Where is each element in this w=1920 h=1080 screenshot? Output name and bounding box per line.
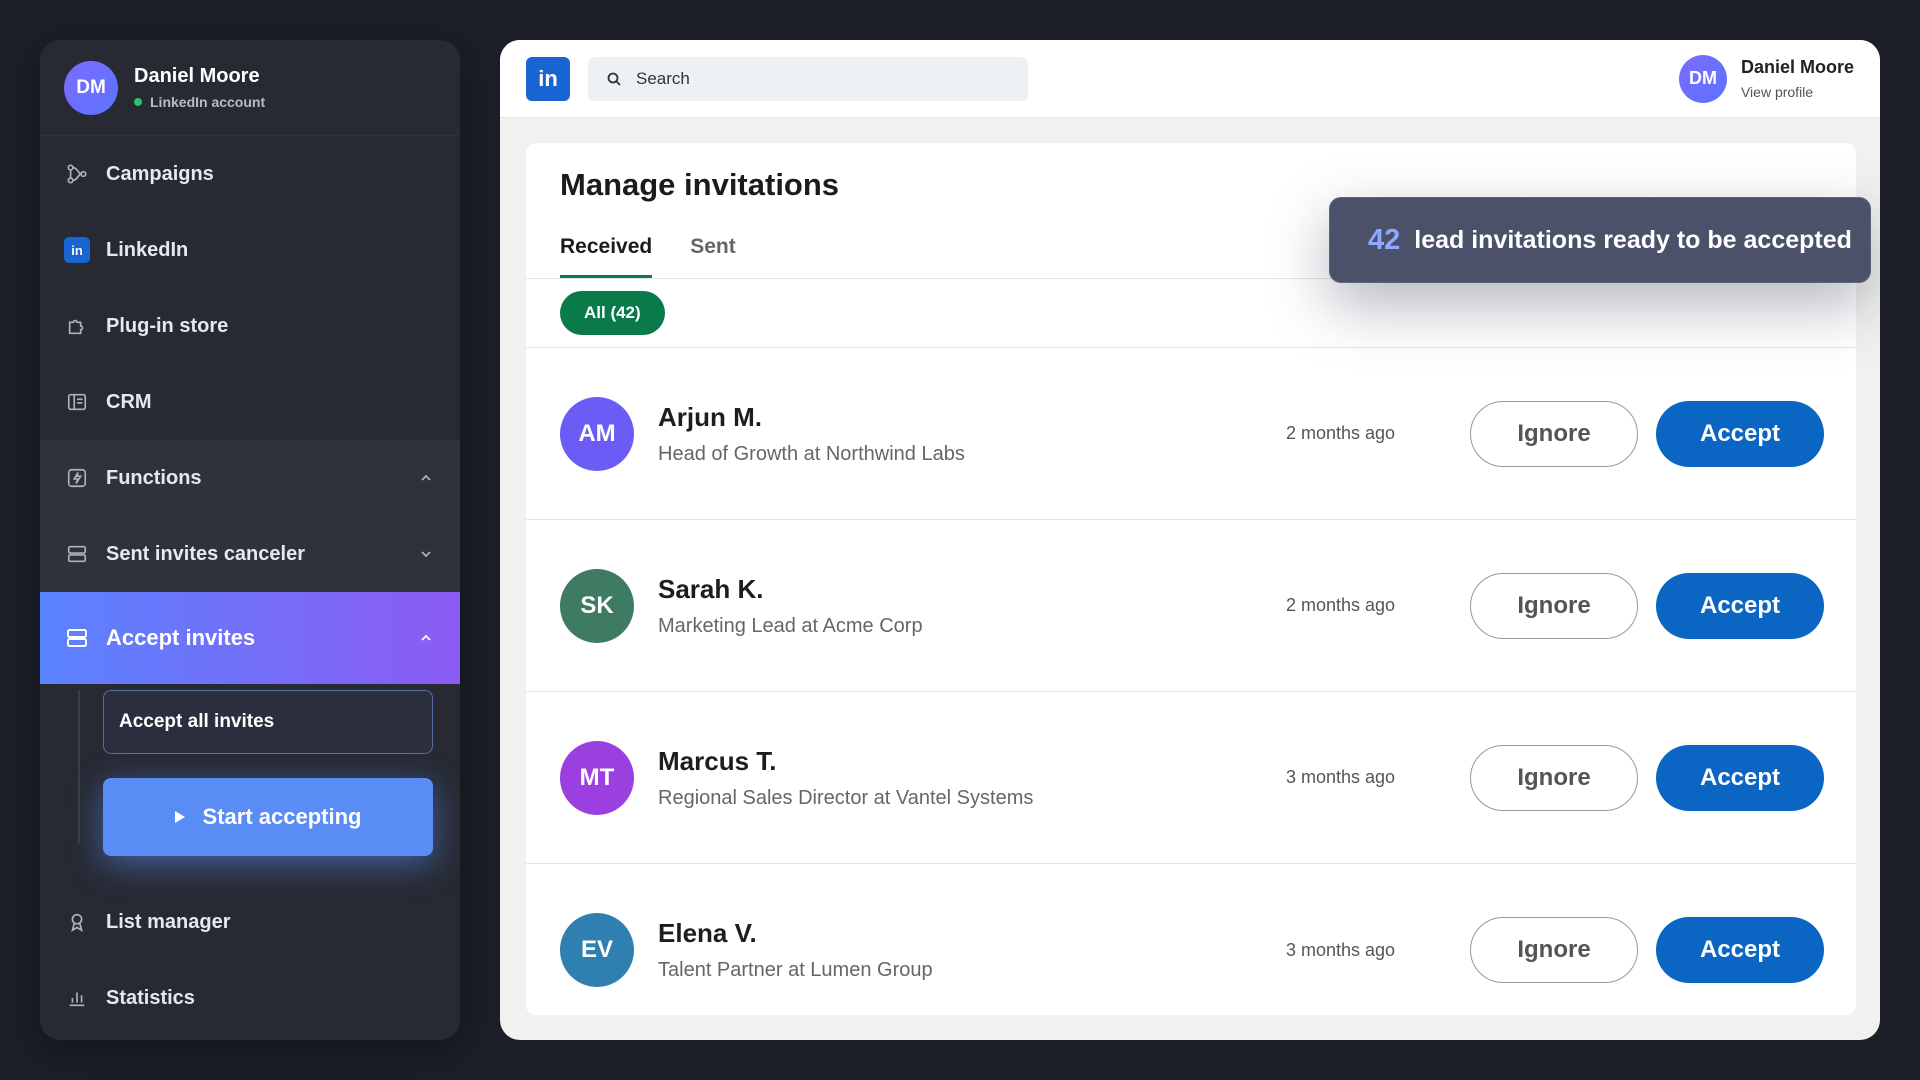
campaigns-icon: [64, 161, 90, 187]
play-icon: [174, 811, 185, 823]
invitee-headline: Regional Sales Director at Vantel System…: [658, 786, 1034, 809]
invitation-row: SK Sarah K. Marketing Lead at Acme Corp …: [526, 520, 1856, 692]
sidebar-item-linkedin[interactable]: in LinkedIn: [40, 212, 460, 288]
invitation-row: EV Elena V. Talent Partner at Lumen Grou…: [526, 864, 1856, 1015]
sidebar-item-label: Statistics: [106, 986, 195, 1009]
accept-button[interactable]: Accept: [1656, 917, 1824, 983]
toast-message: lead invitations ready to be accepted: [1414, 225, 1852, 254]
accept-invites-submenu: Accept all invites Start accepting: [40, 684, 460, 884]
sidebar: DM Daniel Moore LinkedIn account Campaig…: [40, 40, 460, 1040]
sidebar-item-label: Sent invites canceler: [106, 542, 305, 565]
invitee-headline: Head of Growth at Northwind Labs: [658, 442, 965, 465]
accept-button[interactable]: Accept: [1656, 400, 1824, 467]
sidebar-item-label: Functions: [106, 466, 202, 489]
tab-sent[interactable]: Sent: [690, 235, 736, 278]
invitee-avatar: EV: [560, 913, 634, 987]
ignore-button[interactable]: Ignore: [1470, 917, 1638, 983]
avatar: DM: [64, 60, 118, 115]
invitee-name[interactable]: Sarah K.: [658, 574, 923, 605]
sidebar-item-functions[interactable]: Functions: [40, 440, 460, 516]
invitee-name[interactable]: Marcus T.: [658, 746, 1033, 777]
toast-count: 42: [1368, 223, 1401, 256]
invitation-time: 2 months ago: [1286, 423, 1396, 443]
user-name: Daniel Moore: [1740, 57, 1854, 77]
invitee-name[interactable]: Arjun M.: [658, 402, 965, 433]
puzzle-icon: [64, 313, 90, 339]
server-icon: [64, 541, 90, 567]
submenu-rail: [78, 690, 80, 844]
search-icon: [607, 72, 621, 86]
invitee-avatar: MT: [560, 740, 634, 815]
account-status-label: LinkedIn account: [150, 94, 266, 110]
accept-button[interactable]: Accept: [1656, 572, 1824, 639]
sidebar-profile[interactable]: DM Daniel Moore LinkedIn account: [40, 40, 460, 136]
invitation-time: 2 months ago: [1286, 595, 1396, 615]
chevron-up-icon[interactable]: [418, 630, 434, 646]
sidebar-item-label: List manager: [106, 910, 231, 933]
sidebar-item-campaigns[interactable]: Campaigns: [40, 136, 460, 212]
lightning-icon: [64, 465, 90, 491]
server-icon: [64, 625, 90, 651]
linkedin-icon: in: [64, 237, 90, 263]
main-panel: in DM Daniel Moore View profile Manage i…: [500, 40, 1880, 1040]
ignore-button[interactable]: Ignore: [1470, 744, 1638, 811]
sidebar-item-list-manager[interactable]: List manager: [40, 884, 460, 960]
tab-received[interactable]: Received: [560, 235, 653, 278]
ignore-button[interactable]: Ignore: [1470, 572, 1638, 639]
invitee-headline: Marketing Lead at Acme Corp: [658, 614, 923, 637]
linkedin-logo-icon[interactable]: in: [526, 56, 570, 101]
invitation-list: AM Arjun M. Head of Growth at Northwind …: [526, 348, 1856, 1015]
invitee-headline: Talent Partner at Lumen Group: [658, 959, 933, 981]
search-input[interactable]: [636, 68, 996, 89]
bar-chart-icon: [64, 985, 90, 1011]
view-profile-link[interactable]: View profile: [1741, 84, 1854, 100]
sidebar-item-label: LinkedIn: [106, 238, 189, 261]
invitee-avatar: AM: [560, 396, 634, 471]
crm-icon: [64, 389, 90, 415]
sidebar-item-label: Campaigns: [106, 162, 214, 185]
top-bar: in DM Daniel Moore View profile: [500, 40, 1880, 118]
sidebar-item-label: Plug-in store: [106, 314, 229, 337]
accept-all-invites-option[interactable]: Accept all invites: [103, 690, 433, 754]
award-icon: [64, 909, 90, 935]
search-box[interactable]: [588, 56, 1028, 101]
invitation-time: 3 months ago: [1286, 939, 1396, 960]
account-status: LinkedIn account: [134, 94, 265, 110]
invitee-avatar: SK: [560, 568, 634, 643]
chevron-up-icon[interactable]: [418, 470, 434, 486]
accept-button[interactable]: Accept: [1656, 744, 1824, 811]
sidebar-item-accept-invites[interactable]: Accept invites: [40, 592, 460, 684]
invitation-time: 3 months ago: [1286, 767, 1396, 787]
avatar: DM: [1678, 54, 1727, 103]
online-dot-icon: [134, 98, 142, 106]
start-accepting-label: Start accepting: [202, 804, 362, 829]
user-profile[interactable]: DM Daniel Moore View profile: [1678, 54, 1854, 103]
start-accepting-button[interactable]: Start accepting: [103, 778, 433, 856]
sidebar-item-plugin-store[interactable]: Plug-in store: [40, 288, 460, 364]
ignore-button[interactable]: Ignore: [1470, 400, 1638, 467]
sidebar-item-label: Accept invites: [106, 625, 256, 650]
sidebar-item-label: CRM: [106, 390, 152, 413]
invitee-name[interactable]: Elena V.: [658, 918, 933, 949]
ready-invitations-toast: 42 lead invitations ready to be accepted: [1329, 197, 1871, 283]
sidebar-item-sent-invites-canceler[interactable]: Sent invites canceler: [40, 516, 460, 592]
profile-name: Daniel Moore: [134, 65, 260, 87]
sidebar-item-crm[interactable]: CRM: [40, 364, 460, 440]
filter-all-pill[interactable]: All (42): [560, 291, 665, 335]
invitation-row: AM Arjun M. Head of Growth at Northwind …: [526, 348, 1856, 520]
invitation-row: MT Marcus T. Regional Sales Director at …: [526, 692, 1856, 864]
chevron-down-icon[interactable]: [418, 546, 434, 562]
sidebar-item-statistics[interactable]: Statistics: [40, 960, 460, 1036]
